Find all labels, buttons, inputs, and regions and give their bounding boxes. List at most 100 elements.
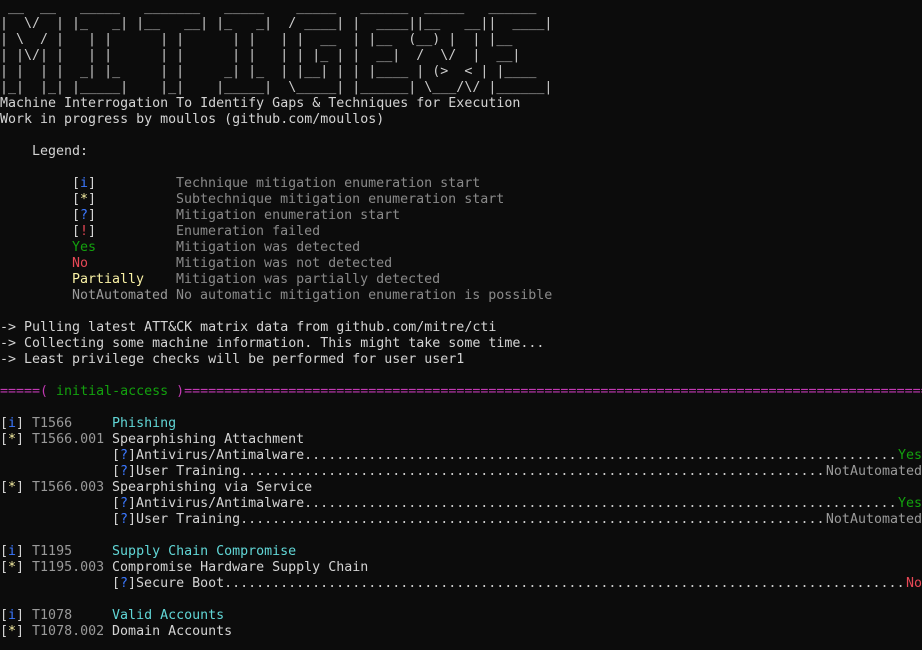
technique-id: T1078 <box>32 608 73 623</box>
legend-row: Partially Mitigation was partially detect… <box>0 272 922 288</box>
legend-key: [!] <box>72 224 176 240</box>
legend-label: NotAutomated <box>72 288 169 303</box>
tag-bracket: ] <box>16 560 33 575</box>
mitigation-result: No <box>905 576 922 591</box>
legend-description: Mitigation was not detected <box>176 256 393 271</box>
tag-bracket: [ <box>0 480 9 495</box>
leader-dots: ........................................… <box>240 464 826 479</box>
legend-bracket: ] <box>88 192 97 207</box>
legend-description: Mitigation was detected <box>176 240 361 255</box>
leader-dots: ........................................… <box>304 448 898 463</box>
mitigation-row: [?] Antivirus/Antimalware...............… <box>112 448 922 464</box>
technique-id: T1195 <box>32 544 73 559</box>
tag-bracket: ] <box>16 480 33 495</box>
technique-name: Supply Chain Compromise <box>112 544 297 559</box>
mitigation-result: NotAutomated <box>825 512 922 527</box>
legend-key: NotAutomated <box>72 288 176 304</box>
section-header: =====( initial-access ) =================… <box>0 384 922 400</box>
tag-bracket: [ <box>112 512 121 527</box>
legend-bracket: ] <box>88 208 97 223</box>
section-suffix: ) <box>168 384 185 399</box>
legend-description: Mitigation enumeration start <box>176 208 401 223</box>
legend-label: No <box>72 256 89 271</box>
legend-key: Yes <box>72 240 176 256</box>
tag-bracket: ] <box>128 464 137 479</box>
tag-bracket: ] <box>128 496 137 511</box>
tag-box: [*] <box>0 432 32 448</box>
legend-description: Enumeration failed <box>176 224 321 239</box>
credit-line: Work in progress by moullos (github.com/… <box>0 112 385 127</box>
tag-symbol: ? <box>120 496 129 511</box>
mitigation-name: Secure Boot <box>136 576 225 591</box>
banner-line: | |\/| | | | | | | | | | |_ | | __| / \/… <box>0 48 521 63</box>
technique-row: [i] T1078 Valid Accounts <box>0 608 922 624</box>
tag-symbol: ? <box>120 576 129 591</box>
tag-box: [i] <box>0 416 32 432</box>
section-name: initial-access <box>56 384 169 399</box>
section-rule: ========================================… <box>184 384 922 399</box>
mitigation-name: Antivirus/Antimalware <box>136 496 305 511</box>
tag-bracket: [ <box>0 416 9 431</box>
legend-key: Partially <box>72 272 176 288</box>
mitigation-result: NotAutomated <box>825 464 922 479</box>
legend-symbol: i <box>80 176 89 191</box>
tag-bracket: [ <box>0 624 9 639</box>
tag-box: [*] <box>0 560 32 576</box>
tag-symbol: * <box>8 624 17 639</box>
tag-bracket: ] <box>128 512 137 527</box>
leader-dots: ........................................… <box>224 576 906 591</box>
subtechnique-id: T1195.003 <box>32 560 105 575</box>
tag-box: [i] <box>0 544 32 560</box>
tagline: Machine Interrogation To Identify Gaps &… <box>0 96 521 111</box>
legend-description: Mitigation was partially detected <box>176 272 441 287</box>
tag-symbol: i <box>8 608 17 623</box>
legend-symbol: ! <box>80 224 89 239</box>
mitigation-name: Antivirus/Antimalware <box>136 448 305 463</box>
leader-dots: ........................................… <box>304 496 898 511</box>
legend-row: NotAutomated No automatic mitigation enum… <box>0 288 922 304</box>
legend-symbol: * <box>80 192 89 207</box>
leader-dots: ........................................… <box>240 512 826 527</box>
subtechnique-row: [*] T1566.003 Spearphishing via Service <box>0 480 922 496</box>
tag-bracket: [ <box>112 496 121 511</box>
banner-line: |_| |_| |_____| |_| |_____| \_____| |___… <box>0 80 553 95</box>
technique-name: Valid Accounts <box>112 608 225 623</box>
legend-row: [*] Subtechnique mitigation enumeration s… <box>0 192 922 208</box>
mitigation-result: Yes <box>897 496 922 511</box>
mitigation-row: [?] Antivirus/Antimalware...............… <box>112 496 922 512</box>
mitigation-name: User Training <box>136 464 241 479</box>
technique-id: T1566 <box>32 416 73 431</box>
subtechnique-name: Compromise Hardware Supply Chain <box>112 560 369 575</box>
legend-bracket: ] <box>88 224 97 239</box>
status-line: -> Pulling latest ATT&CK matrix data fro… <box>0 320 497 335</box>
tag-bracket: [ <box>0 544 9 559</box>
legend-key: [i] <box>72 176 176 192</box>
tag-bracket: ] <box>16 608 33 623</box>
subtechnique-name: Spearphishing Attachment <box>112 432 305 447</box>
terminal-window[interactable]: __ __ _____ _______ _____ _____ ______ _… <box>0 0 922 650</box>
tag-bracket: [ <box>112 576 121 591</box>
tag-symbol: * <box>8 560 17 575</box>
legend-bracket: [ <box>72 176 81 191</box>
tag-symbol: ? <box>120 512 129 527</box>
tag-bracket: ] <box>128 448 137 463</box>
legend-bracket: [ <box>72 224 81 239</box>
tag-bracket: [ <box>0 560 9 575</box>
technique-row: [i] T1566 Phishing <box>0 416 922 432</box>
tag-box: [*] <box>0 480 32 496</box>
technique-name: Phishing <box>112 416 177 431</box>
subtechnique-name: Domain Accounts <box>112 624 233 639</box>
ascii-banner: __ __ _____ _______ _____ _____ ______ _… <box>0 0 922 96</box>
mitigation-result: Yes <box>897 448 922 463</box>
legend-bracket: [ <box>72 208 81 223</box>
legend-row: Yes Mitigation was detected <box>0 240 922 256</box>
legend-bracket: [ <box>72 192 81 207</box>
subtechnique-row: [*] T1078.002 Domain Accounts <box>0 624 922 640</box>
